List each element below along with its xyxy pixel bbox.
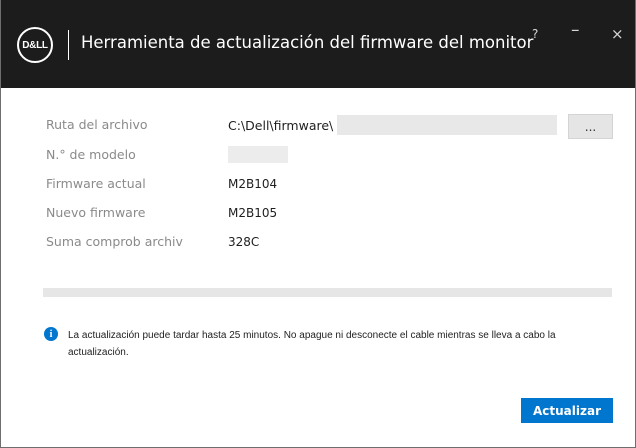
file-path-field[interactable]: C:\Dell\firmware\ — [228, 115, 557, 135]
minimize-button[interactable]: – — [571, 20, 580, 40]
dell-logo: D&LL — [17, 27, 53, 63]
file-path-value: C:\Dell\firmware\ — [228, 117, 334, 133]
progress-bar — [43, 288, 612, 297]
close-button[interactable]: × — [611, 25, 624, 43]
info-message: La actualización puede tardar hasta 25 m… — [68, 330, 556, 358]
new-firmware-value: M2B105 — [228, 206, 278, 220]
info-icon: i — [44, 327, 58, 341]
checksum-label: Suma comprob archiv — [46, 234, 183, 249]
current-firmware-value: M2B104 — [228, 177, 278, 191]
update-button[interactable]: Actualizar — [521, 398, 613, 423]
checksum-value: 328C — [228, 235, 260, 249]
firmware-update-window: D&LL Herramienta de actualización del fi… — [0, 0, 636, 448]
window-title: Herramienta de actualización del firmwar… — [81, 33, 534, 52]
file-path-label: Ruta del archivo — [46, 117, 148, 132]
model-number-redacted — [228, 146, 288, 163]
browse-button[interactable]: ... — [568, 114, 613, 139]
help-button[interactable]: ? — [532, 27, 538, 41]
file-path-redacted — [337, 115, 557, 135]
title-bar: D&LL Herramienta de actualización del fi… — [1, 0, 635, 88]
new-firmware-label: Nuevo firmware — [46, 205, 146, 220]
title-separator — [68, 30, 69, 60]
current-firmware-label: Firmware actual — [46, 176, 146, 191]
model-number-label: N.° de modelo — [46, 147, 136, 162]
